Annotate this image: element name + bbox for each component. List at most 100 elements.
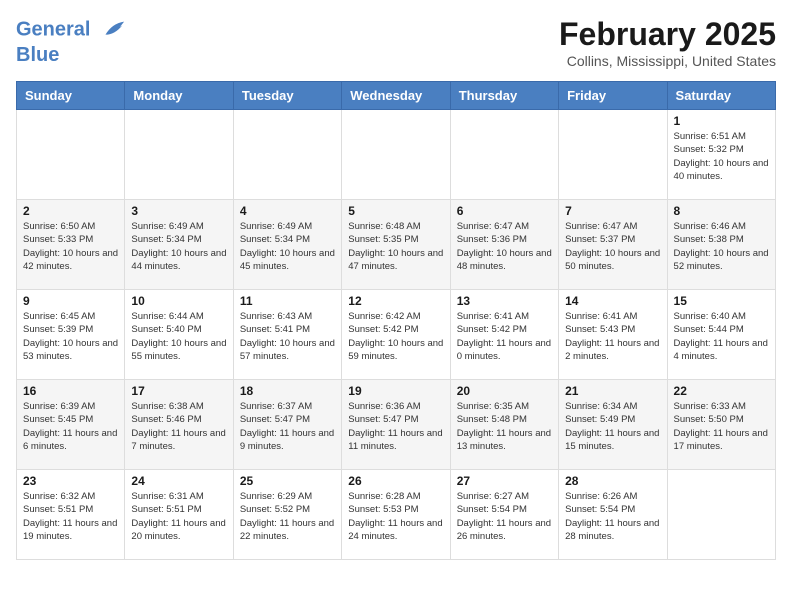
- day-of-week-header: Saturday: [667, 82, 775, 110]
- calendar-week-row: 1Sunrise: 6:51 AM Sunset: 5:32 PM Daylig…: [17, 110, 776, 200]
- day-info: Sunrise: 6:42 AM Sunset: 5:42 PM Dayligh…: [348, 310, 443, 363]
- day-info: Sunrise: 6:39 AM Sunset: 5:45 PM Dayligh…: [23, 400, 118, 453]
- day-info: Sunrise: 6:36 AM Sunset: 5:47 PM Dayligh…: [348, 400, 443, 453]
- calendar-header-row: SundayMondayTuesdayWednesdayThursdayFrid…: [17, 82, 776, 110]
- day-number: 14: [565, 294, 660, 308]
- day-info: Sunrise: 6:43 AM Sunset: 5:41 PM Dayligh…: [240, 310, 335, 363]
- day-of-week-header: Wednesday: [342, 82, 450, 110]
- calendar-cell: [233, 110, 341, 200]
- day-info: Sunrise: 6:38 AM Sunset: 5:46 PM Dayligh…: [131, 400, 226, 453]
- day-number: 22: [674, 384, 769, 398]
- calendar-cell: [125, 110, 233, 200]
- calendar-cell: 17 Sunrise: 6:38 AM Sunset: 5:46 PM Dayli…: [125, 380, 233, 470]
- calendar-cell: 3 Sunrise: 6:49 AM Sunset: 5:34 PM Daylig…: [125, 200, 233, 290]
- day-number: 5: [348, 204, 443, 218]
- day-info: Sunrise: 6:47 AM Sunset: 5:37 PM Dayligh…: [565, 220, 660, 273]
- day-number: 17: [131, 384, 226, 398]
- day-number: 16: [23, 384, 118, 398]
- day-info: Sunrise: 6:44 AM Sunset: 5:40 PM Dayligh…: [131, 310, 226, 363]
- day-info: Sunrise: 6:50 AM Sunset: 5:33 PM Dayligh…: [23, 220, 118, 273]
- calendar-cell: 10 Sunrise: 6:44 AM Sunset: 5:40 PM Dayli…: [125, 290, 233, 380]
- day-info: Sunrise: 6:47 AM Sunset: 5:36 PM Dayligh…: [457, 220, 552, 273]
- calendar-week-row: 23 Sunrise: 6:32 AM Sunset: 5:51 PM Dayli…: [17, 470, 776, 560]
- title-section: February 2025 Collins, Mississippi, Unit…: [559, 16, 776, 69]
- day-info: Sunrise: 6:48 AM Sunset: 5:35 PM Dayligh…: [348, 220, 443, 273]
- day-info: Sunrise: 6:34 AM Sunset: 5:49 PM Dayligh…: [565, 400, 660, 453]
- calendar-cell: 15 Sunrise: 6:40 AM Sunset: 5:44 PM Dayli…: [667, 290, 775, 380]
- day-number: 9: [23, 294, 118, 308]
- day-info: Sunrise: 6:46 AM Sunset: 5:38 PM Dayligh…: [674, 220, 769, 273]
- day-number: 26: [348, 474, 443, 488]
- day-number: 6: [457, 204, 552, 218]
- day-of-week-header: Thursday: [450, 82, 558, 110]
- calendar-cell: 2 Sunrise: 6:50 AM Sunset: 5:33 PM Daylig…: [17, 200, 125, 290]
- day-number: 25: [240, 474, 335, 488]
- day-info: Sunrise: 6:41 AM Sunset: 5:42 PM Dayligh…: [457, 310, 552, 363]
- calendar-cell: [342, 110, 450, 200]
- calendar-cell: 27Sunrise: 6:27 AM Sunset: 5:54 PM Dayli…: [450, 470, 558, 560]
- day-number: 28: [565, 474, 660, 488]
- calendar-cell: 8 Sunrise: 6:46 AM Sunset: 5:38 PM Daylig…: [667, 200, 775, 290]
- logo-blue: Blue: [16, 44, 126, 66]
- calendar-cell: 4 Sunrise: 6:49 AM Sunset: 5:34 PM Daylig…: [233, 200, 341, 290]
- day-info: Sunrise: 6:45 AM Sunset: 5:39 PM Dayligh…: [23, 310, 118, 363]
- day-of-week-header: Sunday: [17, 82, 125, 110]
- day-info: Sunrise: 6:40 AM Sunset: 5:44 PM Dayligh…: [674, 310, 769, 363]
- calendar-cell: 14 Sunrise: 6:41 AM Sunset: 5:43 PM Dayli…: [559, 290, 667, 380]
- calendar-cell: [559, 110, 667, 200]
- day-number: 10: [131, 294, 226, 308]
- calendar-cell: 21 Sunrise: 6:34 AM Sunset: 5:49 PM Dayli…: [559, 380, 667, 470]
- location-subtitle: Collins, Mississippi, United States: [559, 53, 776, 69]
- calendar-cell: [667, 470, 775, 560]
- day-number: 21: [565, 384, 660, 398]
- calendar-cell: 5 Sunrise: 6:48 AM Sunset: 5:35 PM Daylig…: [342, 200, 450, 290]
- day-number: 12: [348, 294, 443, 308]
- logo: General Blue: [16, 16, 126, 66]
- day-info: Sunrise: 6:28 AM Sunset: 5:53 PM Dayligh…: [348, 490, 443, 543]
- day-number: 15: [674, 294, 769, 308]
- calendar-cell: 23 Sunrise: 6:32 AM Sunset: 5:51 PM Dayli…: [17, 470, 125, 560]
- logo-bird-icon: [98, 16, 126, 44]
- day-number: 8: [674, 204, 769, 218]
- calendar-cell: [450, 110, 558, 200]
- day-number: 13: [457, 294, 552, 308]
- calendar-cell: 6 Sunrise: 6:47 AM Sunset: 5:36 PM Daylig…: [450, 200, 558, 290]
- page-header: General Blue February 2025 Collins, Miss…: [16, 16, 776, 69]
- calendar-cell: [17, 110, 125, 200]
- calendar-week-row: 2 Sunrise: 6:50 AM Sunset: 5:33 PM Daylig…: [17, 200, 776, 290]
- day-number: 7: [565, 204, 660, 218]
- day-info: Sunrise: 6:35 AM Sunset: 5:48 PM Dayligh…: [457, 400, 552, 453]
- day-of-week-header: Monday: [125, 82, 233, 110]
- day-info: Sunrise: 6:29 AM Sunset: 5:52 PM Dayligh…: [240, 490, 335, 543]
- calendar-table: SundayMondayTuesdayWednesdayThursdayFrid…: [16, 81, 776, 560]
- day-info: Sunrise: 6:49 AM Sunset: 5:34 PM Dayligh…: [240, 220, 335, 273]
- day-number: 4: [240, 204, 335, 218]
- day-number: 1: [674, 114, 769, 128]
- calendar-cell: 18Sunrise: 6:37 AM Sunset: 5:47 PM Dayli…: [233, 380, 341, 470]
- calendar-cell: 25 Sunrise: 6:29 AM Sunset: 5:52 PM Dayli…: [233, 470, 341, 560]
- calendar-cell: 9 Sunrise: 6:45 AM Sunset: 5:39 PM Daylig…: [17, 290, 125, 380]
- day-of-week-header: Tuesday: [233, 82, 341, 110]
- day-number: 18: [240, 384, 335, 398]
- calendar-cell: 24 Sunrise: 6:31 AM Sunset: 5:51 PM Dayli…: [125, 470, 233, 560]
- calendar-cell: 16 Sunrise: 6:39 AM Sunset: 5:45 PM Dayli…: [17, 380, 125, 470]
- day-number: 11: [240, 294, 335, 308]
- calendar-cell: 19Sunrise: 6:36 AM Sunset: 5:47 PM Dayli…: [342, 380, 450, 470]
- day-info: Sunrise: 6:32 AM Sunset: 5:51 PM Dayligh…: [23, 490, 118, 543]
- day-number: 24: [131, 474, 226, 488]
- calendar-cell: 26 Sunrise: 6:28 AM Sunset: 5:53 PM Dayli…: [342, 470, 450, 560]
- day-number: 2: [23, 204, 118, 218]
- day-info: Sunrise: 6:49 AM Sunset: 5:34 PM Dayligh…: [131, 220, 226, 273]
- day-info: Sunrise: 6:41 AM Sunset: 5:43 PM Dayligh…: [565, 310, 660, 363]
- day-info: Sunrise: 6:31 AM Sunset: 5:51 PM Dayligh…: [131, 490, 226, 543]
- logo-general: General: [16, 18, 90, 40]
- day-info: Sunrise: 6:27 AM Sunset: 5:54 PM Dayligh…: [457, 490, 552, 543]
- calendar-cell: 20 Sunrise: 6:35 AM Sunset: 5:48 PM Dayli…: [450, 380, 558, 470]
- day-number: 23: [23, 474, 118, 488]
- calendar-cell: 22Sunrise: 6:33 AM Sunset: 5:50 PM Dayli…: [667, 380, 775, 470]
- month-year-title: February 2025: [559, 16, 776, 53]
- calendar-week-row: 16 Sunrise: 6:39 AM Sunset: 5:45 PM Dayli…: [17, 380, 776, 470]
- calendar-cell: 7 Sunrise: 6:47 AM Sunset: 5:37 PM Daylig…: [559, 200, 667, 290]
- day-number: 20: [457, 384, 552, 398]
- day-number: 3: [131, 204, 226, 218]
